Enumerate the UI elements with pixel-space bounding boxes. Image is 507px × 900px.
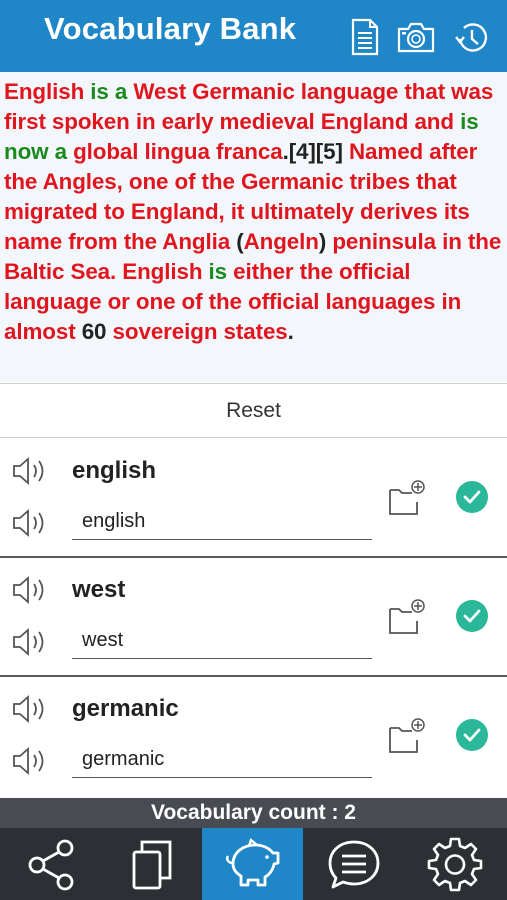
share-icon bbox=[28, 839, 73, 891]
vocab-word: west bbox=[72, 576, 126, 603]
history-icon[interactable] bbox=[452, 17, 492, 57]
check-icon[interactable] bbox=[455, 718, 489, 752]
passage-segment: global lingua franca bbox=[73, 139, 283, 164]
reset-button[interactable]: Reset bbox=[0, 384, 507, 437]
vocab-word: germanic bbox=[72, 695, 179, 722]
passage-segment: is a bbox=[84, 79, 134, 104]
passage-segment: Angeln bbox=[243, 229, 319, 254]
speaker-icon[interactable] bbox=[12, 456, 52, 486]
speaker-icon[interactable] bbox=[12, 694, 52, 724]
passage-segment: ( bbox=[236, 229, 244, 254]
document-icon[interactable] bbox=[344, 17, 384, 57]
piggy-bank-icon bbox=[225, 837, 279, 887]
check-icon[interactable] bbox=[455, 599, 489, 633]
speaker-icon[interactable] bbox=[12, 746, 52, 776]
speaker-icon[interactable] bbox=[12, 575, 52, 605]
speaker-icon[interactable] bbox=[12, 508, 52, 538]
vocab-word: english bbox=[72, 457, 157, 484]
tab-vocabulary-bank[interactable] bbox=[202, 828, 303, 900]
passage-text: English is a West Germanic language that… bbox=[0, 72, 507, 382]
vocab-input[interactable]: germanic bbox=[72, 744, 372, 778]
vocab-input-value: english bbox=[82, 510, 146, 532]
vocab-input[interactable]: english bbox=[72, 506, 372, 540]
vocab-card: germanic germanic bbox=[0, 678, 507, 798]
vocab-input-value: germanic bbox=[82, 748, 165, 770]
chat-icon bbox=[328, 840, 379, 889]
passage-segment: .[4][5] bbox=[282, 139, 343, 164]
tab-share[interactable] bbox=[0, 828, 101, 900]
tab-chat[interactable] bbox=[303, 828, 404, 900]
passage-segment: 60 bbox=[81, 319, 107, 344]
reset-bar: Reset bbox=[0, 383, 507, 438]
vocabulary-count: Vocabulary count : 2 bbox=[0, 798, 507, 828]
tab-settings[interactable] bbox=[404, 828, 505, 900]
vocab-input[interactable]: west bbox=[72, 625, 372, 659]
passage-segment: sovereign states bbox=[106, 319, 288, 344]
add-folder-icon[interactable] bbox=[388, 716, 428, 756]
speaker-icon[interactable] bbox=[12, 627, 52, 657]
passage-segment: is bbox=[202, 259, 234, 284]
vocab-input-value: west bbox=[82, 629, 124, 651]
camera-icon[interactable] bbox=[396, 17, 436, 57]
passage-segment: English bbox=[4, 79, 85, 104]
add-folder-icon[interactable] bbox=[388, 597, 428, 637]
add-folder-icon[interactable] bbox=[388, 478, 428, 518]
vocab-card: west west bbox=[0, 559, 507, 677]
tab-copy[interactable] bbox=[101, 828, 202, 900]
app-header: Vocabulary Bank bbox=[0, 0, 507, 72]
check-icon[interactable] bbox=[455, 480, 489, 514]
vocab-card: english english bbox=[0, 440, 507, 558]
copy-icon bbox=[132, 840, 171, 890]
settings-icon bbox=[427, 837, 482, 892]
bottom-tab-bar bbox=[0, 828, 507, 900]
passage-segment: . bbox=[287, 319, 294, 344]
app-title: Vocabulary Bank bbox=[44, 11, 297, 46]
